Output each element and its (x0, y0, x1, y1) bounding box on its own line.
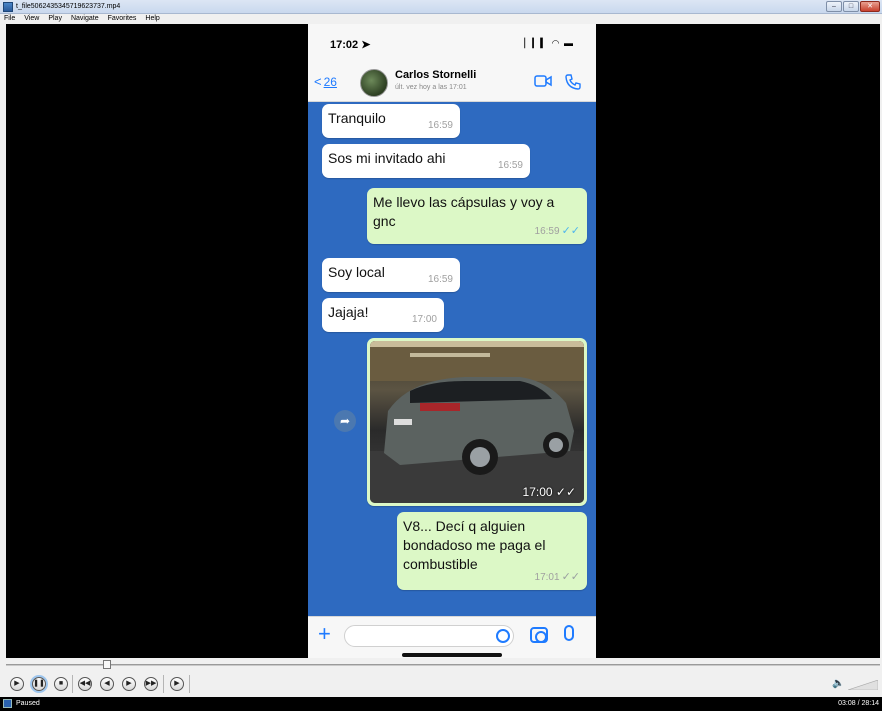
message-bubble[interactable]: Tranquilo 16:59 (322, 104, 460, 138)
message-bubble[interactable]: Me llevo las cápsulas y voy a gnc 16:59 ✓… (367, 188, 587, 244)
separator (189, 675, 190, 693)
playback-controls: ▶ ❚❚ ■ ◀◀ ◀ ▶ ▶▶ ▶ 🔈 (0, 672, 882, 696)
forward-icon[interactable]: ➦ (334, 410, 356, 432)
video-area[interactable]: 17:02 ➤ ▏▎▍ ◠ ▬ < 26 Carlos Stornelli úl… (6, 24, 880, 658)
photo-message[interactable]: 17:00 ✓✓ (367, 338, 587, 506)
menu-favorites[interactable]: Favorites (108, 14, 137, 24)
message-time: 17:00 (411, 314, 437, 325)
message-bubble[interactable]: V8... Decí q alguien bondadoso me paga e… (397, 512, 587, 590)
forward-step-icon[interactable]: ▶ (122, 677, 136, 691)
menu-file[interactable]: File (4, 14, 15, 24)
separator (163, 675, 164, 693)
volume-slider[interactable] (848, 680, 878, 690)
menu-help[interactable]: Help (145, 14, 159, 24)
phone-call-icon[interactable] (564, 74, 582, 90)
seek-thumb[interactable] (103, 660, 111, 669)
home-indicator (402, 653, 502, 657)
contact-name[interactable]: Carlos Stornelli (395, 69, 476, 81)
minimize-button[interactable]: – (826, 1, 842, 12)
phone-clock: 17:02 ➤ (330, 39, 371, 51)
message-time: 16:59 (427, 274, 453, 285)
read-ticks-icon: ✓✓ (555, 485, 576, 499)
back-button[interactable]: < 26 (314, 74, 337, 89)
maximize-button[interactable]: □ (843, 1, 859, 12)
menu-bar: File View Play Navigate Favorites Help (0, 14, 882, 24)
signal-wifi-battery-icon: ▏▎▍ ◠ ▬ (524, 38, 574, 48)
chat-header: < 26 Carlos Stornelli últ. vez hoy a las… (308, 64, 596, 102)
pause-icon[interactable]: ❚❚ (32, 677, 46, 691)
status-bar: Paused 03:08 / 28:14 (0, 697, 882, 711)
menu-play[interactable]: Play (48, 14, 62, 24)
camera-icon[interactable] (530, 627, 548, 643)
message-time: 16:59 (427, 120, 453, 131)
message-time: 17:01 ✓✓ (535, 568, 580, 587)
menu-navigate[interactable]: Navigate (71, 14, 99, 24)
microphone-icon[interactable] (564, 625, 574, 641)
video-call-icon[interactable] (534, 74, 552, 90)
message-input-bar: + (308, 616, 596, 658)
playback-status: Paused (16, 700, 40, 707)
message-time: 16:59 (497, 160, 523, 171)
phone-screen: 17:02 ➤ ▏▎▍ ◠ ▬ < 26 Carlos Stornelli úl… (308, 24, 596, 658)
app-icon (3, 2, 13, 12)
avatar[interactable] (360, 69, 388, 97)
message-bubble[interactable]: Sos mi invitado ahi 16:59 (322, 144, 530, 178)
title-bar[interactable]: t_file5062435345719623737.mp4 – □ ✕ (0, 0, 882, 14)
read-ticks-icon: ✓✓ (561, 225, 580, 237)
message-input[interactable] (344, 625, 514, 647)
message-bubble[interactable]: Soy local 16:59 (322, 258, 460, 292)
message-list[interactable]: Tranquilo 16:59 Sos mi invitado ahi 16:5… (308, 102, 596, 616)
media-player-window: t_file5062435345719623737.mp4 – □ ✕ File… (0, 0, 882, 711)
delivered-ticks-icon: ✓✓ (561, 571, 580, 583)
close-button[interactable]: ✕ (860, 1, 880, 12)
phone-status-bar: 17:02 ➤ ▏▎▍ ◠ ▬ (308, 24, 596, 64)
unread-count: 26 (323, 74, 337, 89)
next-icon[interactable]: ▶▶ (144, 677, 158, 691)
chevron-left-icon: < (314, 74, 322, 89)
message-text: V8... Decí q alguien bondadoso me paga e… (403, 518, 546, 572)
volume-icon[interactable]: 🔈 (832, 678, 844, 689)
seek-bar[interactable] (6, 660, 880, 670)
last-seen-status: últ. vez hoy a las 17:01 (395, 84, 467, 91)
attach-plus-icon[interactable]: + (318, 623, 331, 645)
play-icon[interactable]: ▶ (10, 677, 24, 691)
photo-time: 17:00 ✓✓ (523, 485, 576, 499)
window-controls: – □ ✕ (826, 1, 880, 12)
message-text: Sos mi invitado ahi (328, 150, 446, 166)
status-icon (3, 699, 12, 708)
playback-time: 03:08 / 28:14 (838, 700, 879, 707)
frame-step-icon[interactable]: ▶ (170, 677, 184, 691)
menu-view[interactable]: View (24, 14, 39, 24)
car-photo[interactable]: 17:00 ✓✓ (370, 341, 584, 503)
car-image (370, 341, 584, 503)
message-bubble[interactable]: Jajaja! 17:00 (322, 298, 444, 332)
separator (72, 675, 73, 693)
stop-icon[interactable]: ■ (54, 677, 68, 691)
sticker-icon[interactable] (496, 629, 510, 643)
photo-time-text: 17:00 (522, 485, 553, 499)
message-time-text: 16:59 (534, 226, 560, 237)
window-title: t_file5062435345719623737.mp4 (16, 3, 121, 10)
seek-track[interactable] (6, 664, 880, 666)
previous-icon[interactable]: ◀◀ (78, 677, 92, 691)
rewind-icon[interactable]: ◀ (100, 677, 114, 691)
message-time-text: 17:01 (534, 572, 560, 583)
message-time: 16:59 ✓✓ (535, 222, 580, 241)
